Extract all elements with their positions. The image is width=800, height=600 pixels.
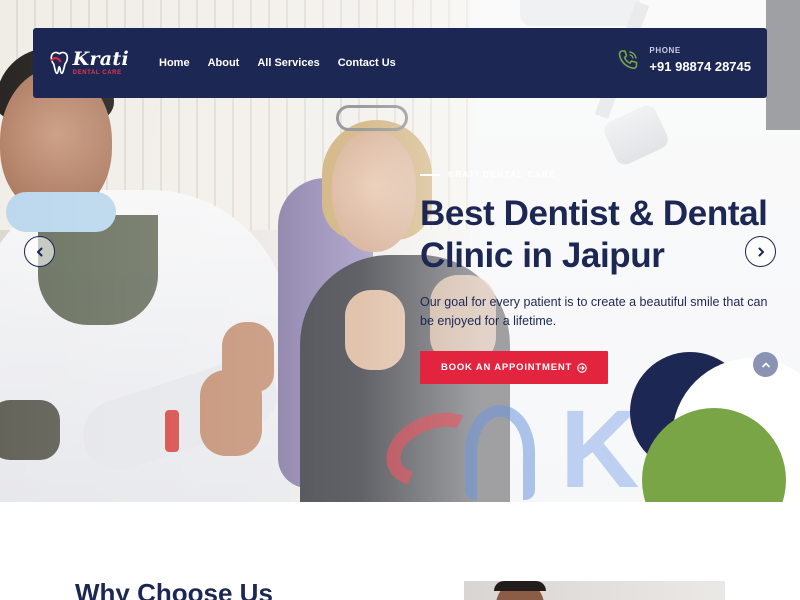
logo-tagline: DENTAL CARE [72, 70, 122, 76]
chevron-up-icon [761, 362, 770, 367]
hero-content: KRATI DENTAL CARE Best Dentist & Dental … [420, 170, 780, 384]
hero-title-line-2: Clinic in Jaipur [420, 236, 665, 275]
arrow-circle-right-icon [577, 362, 587, 373]
eyebrow-line [420, 173, 440, 176]
chevron-right-icon [758, 247, 764, 256]
hero-title: Best Dentist & Dental Clinic in Jaipur [420, 193, 780, 277]
page: K KRATI DENTAL CARE Best Dentist & Denta… [0, 0, 800, 600]
hero-eyebrow-text: KRATI DENTAL CARE [448, 170, 557, 179]
nav-item-home[interactable]: Home [159, 57, 190, 69]
nav-item-all-services[interactable]: All Services [257, 57, 319, 69]
site-logo[interactable]: Krati DENTAL CARE [49, 43, 129, 83]
nav-item-about[interactable]: About [208, 57, 240, 69]
phone-label: PHONE [649, 46, 681, 55]
watermark-logo-tooth [465, 405, 535, 500]
hero-eyebrow: KRATI DENTAL CARE [420, 170, 780, 179]
header-navbar: Krati DENTAL CARE Home About All Service… [33, 28, 767, 98]
back-to-top-button[interactable] [753, 352, 778, 377]
tooth-logo-icon [50, 51, 69, 75]
book-appointment-button[interactable]: BOOK AN APPOINTMENT [420, 351, 609, 384]
phone-contact[interactable]: PHONE +91 98874 28745 [615, 46, 751, 74]
slider-prev-button[interactable] [24, 236, 55, 267]
section-image-person-hair [494, 581, 546, 591]
watermark-logo-k: K [560, 388, 640, 503]
book-appointment-label: BOOK AN APPOINTMENT [441, 362, 573, 373]
slider-next-button[interactable] [745, 236, 776, 267]
main-nav: Home About All Services Contact Us [159, 57, 414, 69]
hero-description: Our goal for every patient is to create … [420, 295, 768, 328]
phone-icon [619, 50, 638, 70]
section-image [464, 581, 725, 600]
section-title: Why Choose Us [75, 578, 273, 600]
hero-title-line-1: Best Dentist & Dental [420, 194, 768, 233]
nav-item-contact-us[interactable]: Contact Us [338, 57, 396, 69]
logo-name: Krati [72, 48, 129, 70]
chevron-left-icon [36, 247, 42, 256]
phone-number: +91 98874 28745 [649, 59, 751, 74]
logo-text: Krati DENTAL CARE [72, 48, 129, 77]
phone-text: PHONE +91 98874 28745 [649, 46, 751, 74]
